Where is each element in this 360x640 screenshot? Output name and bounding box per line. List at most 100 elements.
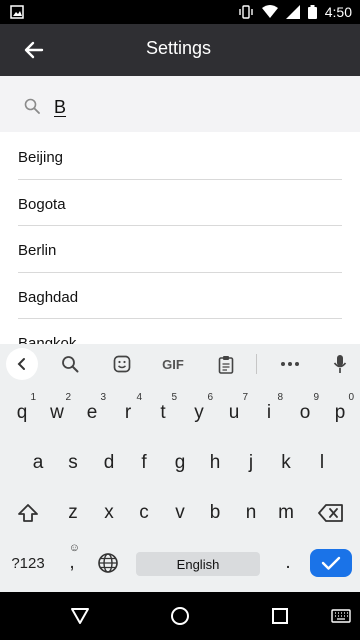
gif-button[interactable]: GIF: [156, 352, 190, 376]
list-item-city[interactable]: Bangkok: [18, 319, 342, 345]
keyboard-search-button[interactable]: [58, 352, 82, 376]
keyboard-switch-button[interactable]: [330, 604, 352, 628]
square-recents-icon: [272, 608, 288, 624]
app-bar: Settings: [0, 24, 360, 76]
key-q[interactable]: q1: [6, 392, 38, 430]
key-hint: 0: [348, 392, 354, 403]
key-label: t: [160, 402, 166, 423]
circle-home-icon: [171, 607, 189, 625]
key-hint: 6: [207, 392, 213, 403]
voice-input-button[interactable]: [330, 352, 350, 376]
key-s[interactable]: s: [57, 446, 89, 480]
key-o[interactable]: o9: [289, 392, 321, 430]
key-u[interactable]: u7: [218, 392, 250, 430]
key-v[interactable]: v: [164, 496, 196, 530]
key-hint: 2: [65, 392, 71, 403]
key-i[interactable]: i8: [253, 392, 285, 430]
key-m[interactable]: m: [270, 496, 302, 530]
city-label: Baghdad: [18, 288, 79, 306]
search-input[interactable]: B: [54, 97, 66, 118]
list-item-city[interactable]: Baghdad: [18, 273, 342, 319]
key-x[interactable]: x: [93, 496, 125, 530]
key-w[interactable]: w2: [41, 392, 73, 430]
back-arrow-icon[interactable]: [20, 38, 48, 62]
keyboard-icon: [331, 609, 351, 623]
search-icon: [62, 356, 79, 373]
globe-icon: [98, 553, 118, 573]
shift-icon: [18, 504, 38, 522]
space-key[interactable]: English: [136, 552, 260, 576]
key-label: y: [194, 402, 204, 423]
image-notification-icon: [10, 5, 24, 19]
key-hint: 8: [277, 392, 283, 403]
nav-back-button[interactable]: [68, 604, 92, 628]
key-l[interactable]: l: [306, 446, 338, 480]
sticker-button[interactable]: [110, 352, 134, 376]
key-t[interactable]: t5: [147, 392, 179, 430]
battery-icon: [307, 5, 317, 19]
key-hint: 3: [100, 392, 106, 403]
key-e[interactable]: e3: [76, 392, 108, 430]
backspace-icon: [318, 504, 343, 522]
key-hint: 7: [242, 392, 248, 403]
key-label: o: [299, 402, 311, 423]
collapse-keyboard-button[interactable]: [6, 348, 38, 380]
key-d[interactable]: d: [93, 446, 125, 480]
checkmark-icon: [321, 556, 341, 570]
key-n[interactable]: n: [235, 496, 267, 530]
status-time: 4:50: [324, 4, 352, 20]
clipboard-icon: [218, 355, 234, 374]
chevron-left-icon: [17, 358, 25, 370]
key-hint: 9: [313, 392, 319, 403]
key-hint: 4: [136, 392, 142, 403]
more-horizontal-icon: [281, 362, 299, 366]
keyboard-toolbar: GIF: [0, 344, 360, 384]
key-a[interactable]: a: [22, 446, 54, 480]
microphone-icon: [333, 355, 347, 373]
shift-key[interactable]: [10, 496, 46, 530]
key-label: r: [124, 402, 132, 423]
key-y[interactable]: y6: [183, 392, 215, 430]
search-icon: [24, 98, 40, 114]
vibrate-icon: [239, 5, 253, 19]
list-item-city[interactable]: Beijing: [18, 133, 342, 180]
key-label: e: [86, 402, 98, 423]
period-key[interactable]: .: [274, 548, 302, 578]
key-hint: 5: [171, 392, 177, 403]
key-p[interactable]: p0: [324, 392, 356, 430]
key-z[interactable]: z: [57, 496, 89, 530]
comma-key[interactable]: , ☺: [58, 542, 86, 578]
backspace-key[interactable]: [312, 496, 350, 530]
key-f[interactable]: f: [128, 446, 160, 480]
toolbar-divider: [256, 354, 257, 374]
keyboard: q1 w2 e3 r4 t5 y6 u7 i8 o9 p0 a s d f g …: [0, 384, 360, 592]
key-label: q: [16, 402, 28, 423]
key-r[interactable]: r4: [112, 392, 144, 430]
nav-recents-button[interactable]: [268, 604, 292, 628]
key-hint: 1: [30, 392, 36, 403]
search-bar[interactable]: B: [0, 76, 360, 132]
key-b[interactable]: b: [199, 496, 231, 530]
comma-label: ,: [69, 552, 75, 573]
clipboard-button[interactable]: [214, 352, 238, 376]
triangle-back-icon: [71, 608, 89, 624]
key-j[interactable]: j: [235, 446, 267, 480]
status-bar: 4:50: [0, 0, 360, 24]
symbols-key[interactable]: ?123: [6, 548, 50, 578]
city-label: Bogota: [18, 195, 66, 213]
key-label: w: [50, 402, 64, 423]
system-navigation-bar: [0, 592, 360, 640]
more-options-button[interactable]: [278, 352, 302, 376]
key-c[interactable]: c: [128, 496, 160, 530]
page-title: Settings: [146, 38, 212, 58]
list-item-city[interactable]: Bogota: [18, 180, 342, 226]
key-k[interactable]: k: [270, 446, 302, 480]
key-h[interactable]: h: [199, 446, 231, 480]
language-key[interactable]: [94, 548, 122, 578]
city-label: Berlin: [18, 242, 57, 259]
enter-key[interactable]: [310, 549, 352, 577]
key-g[interactable]: g: [164, 446, 196, 480]
list-item-city[interactable]: Berlin: [18, 226, 342, 273]
nav-home-button[interactable]: [168, 604, 192, 628]
key-label: p: [334, 402, 346, 423]
